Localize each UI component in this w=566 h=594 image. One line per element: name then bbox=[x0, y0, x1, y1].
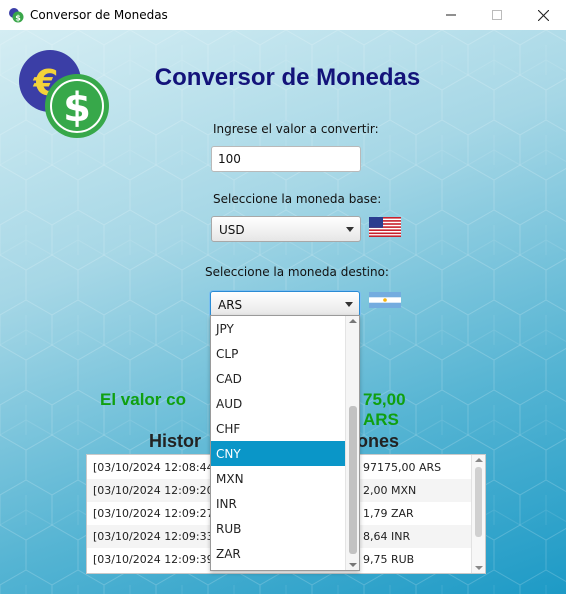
page-title: Conversor de Monedas bbox=[154, 64, 421, 91]
dropdown-option[interactable]: CLP bbox=[211, 341, 346, 366]
result-text-right: 75,00 ARS bbox=[363, 390, 406, 429]
conversion-result: El valor co 75,00 ARS bbox=[100, 390, 406, 429]
base-currency-label: Seleccione la moneda base: bbox=[213, 192, 382, 206]
scroll-up-icon[interactable] bbox=[349, 319, 357, 323]
argentina-flag-icon bbox=[369, 292, 401, 308]
svg-text:$: $ bbox=[63, 85, 91, 131]
target-currency-select[interactable]: ARS bbox=[210, 291, 360, 317]
close-button[interactable] bbox=[520, 0, 566, 30]
amount-input[interactable]: 100 bbox=[211, 146, 361, 172]
window-title: Conversor de Monedas bbox=[30, 8, 168, 22]
dropdown-scrollbar[interactable] bbox=[345, 316, 359, 570]
currency-logo-icon: € $ bbox=[19, 50, 109, 138]
minimize-icon bbox=[446, 14, 456, 16]
history-title: Histor ones bbox=[149, 431, 399, 452]
target-currency-value: ARS bbox=[218, 298, 243, 312]
maximize-icon bbox=[492, 10, 502, 20]
minimize-button[interactable] bbox=[428, 0, 474, 30]
dropdown-option[interactable]: AUD bbox=[211, 391, 346, 416]
dropdown-option[interactable]: INR bbox=[211, 491, 346, 516]
dropdown-option[interactable]: JPY bbox=[211, 316, 346, 341]
close-icon bbox=[537, 9, 549, 21]
us-flag-icon bbox=[369, 217, 401, 237]
scrollbar-thumb[interactable] bbox=[475, 467, 482, 537]
dropdown-option[interactable]: ZAR bbox=[211, 541, 346, 566]
dropdown-option[interactable]: MXN bbox=[211, 466, 346, 491]
main-panel: € $ Conversor de Monedas Ingrese el valo… bbox=[0, 30, 566, 594]
history-title-left: Histor bbox=[149, 431, 202, 451]
dropdown-option-selected[interactable]: CNY bbox=[211, 441, 346, 466]
maximize-button[interactable] bbox=[474, 0, 520, 30]
svg-text:$: $ bbox=[15, 14, 21, 23]
target-currency-dropdown[interactable]: JPY CLP CAD AUD CHF CNY MXN INR RUB ZAR bbox=[210, 315, 360, 571]
dropdown-option[interactable]: RUB bbox=[211, 516, 346, 541]
target-currency-label: Seleccione la moneda destino: bbox=[205, 265, 389, 279]
app-icon: $ bbox=[9, 8, 24, 23]
base-currency-value: USD bbox=[219, 223, 245, 237]
chevron-down-icon bbox=[345, 302, 353, 307]
result-text-left: El valor co bbox=[100, 390, 186, 409]
scroll-up-icon[interactable] bbox=[475, 458, 483, 462]
scroll-down-icon[interactable] bbox=[475, 566, 483, 570]
scrollbar-thumb[interactable] bbox=[349, 406, 357, 554]
history-title-right: ones bbox=[357, 431, 400, 451]
scroll-down-icon[interactable] bbox=[349, 563, 357, 567]
base-currency-select[interactable]: USD bbox=[211, 216, 361, 242]
dropdown-option[interactable]: CHF bbox=[211, 416, 346, 441]
window-titlebar[interactable]: $ Conversor de Monedas bbox=[0, 0, 566, 30]
amount-label: Ingrese el valor a convertir: bbox=[213, 122, 379, 136]
history-scrollbar[interactable] bbox=[471, 455, 485, 573]
chevron-down-icon bbox=[346, 227, 354, 232]
dropdown-option[interactable]: CAD bbox=[211, 366, 346, 391]
